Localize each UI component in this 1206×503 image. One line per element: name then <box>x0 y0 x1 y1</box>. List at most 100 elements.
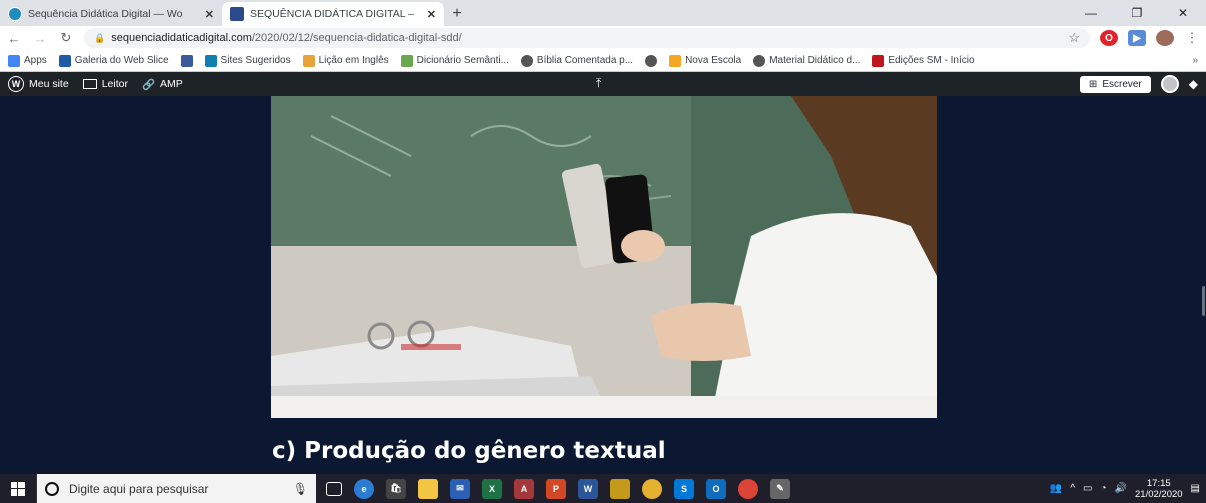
bookmark-licao-ingles[interactable]: Lição em Inglês <box>302 54 389 67</box>
tab-2-title: SEQUÊNCIA DIDÁTICA DIGITAL – <box>250 8 414 20</box>
write-icon: ⊞ <box>1088 78 1098 90</box>
taskbar-apps: e 🛍 ✉ X A P W S O ✎ <box>326 478 790 499</box>
clock[interactable]: 17:15 21/02/2020 <box>1135 478 1183 500</box>
bookmark-globe[interactable] <box>645 54 658 67</box>
bookmark-material-didatico[interactable]: Material Didático d... <box>753 54 860 67</box>
opera-icon[interactable]: O <box>1100 30 1118 46</box>
scroll-to-top-icon[interactable]: ⤒ <box>596 76 601 91</box>
windows-taskbar: Digite aqui para pesquisar 🎙 e 🛍 ✉ X A P… <box>0 474 1206 503</box>
wifi-icon[interactable]: ◔ <box>1101 483 1107 494</box>
bookmark-biblia[interactable]: Bíblia Comentada p... <box>520 54 633 67</box>
bookmark-dicionario[interactable]: Dicionário Semânti... <box>400 54 509 67</box>
wordpress-icon <box>8 7 22 21</box>
section-heading: c) Produção do gênero textual <box>272 438 666 464</box>
powerpoint-icon[interactable]: P <box>546 478 566 499</box>
post-content: c) Produção do gênero textual <box>0 96 1206 474</box>
tab-1-close-icon[interactable]: ✕ <box>205 8 214 21</box>
browser-toolbar: ← → ↻ 🔒 sequenciadidaticadigital.com/202… <box>0 26 1206 50</box>
window-controls: — ❐ ✕ <box>1068 0 1206 26</box>
bookmark-web-slice[interactable]: Galeria do Web Slice <box>58 54 169 67</box>
tray-expand-icon[interactable]: ^ <box>1070 483 1075 494</box>
edge-icon[interactable]: e <box>354 478 374 499</box>
taskbar-search-input[interactable]: Digite aqui para pesquisar 🎙 <box>36 474 316 503</box>
battery-icon[interactable]: ▭ <box>1083 483 1092 494</box>
bookmark-apps[interactable]: Apps <box>8 54 47 67</box>
paint-icon[interactable]: ✎ <box>770 478 790 499</box>
globe-icon <box>753 54 766 67</box>
photos-icon[interactable] <box>610 478 630 499</box>
wordpress-icon: W <box>8 76 24 92</box>
scrollbar[interactable] <box>1202 286 1205 316</box>
outlook-icon[interactable]: O <box>706 478 726 499</box>
volume-icon[interactable]: 🔊 <box>1115 483 1127 494</box>
amp-link[interactable]: 🔗 AMP <box>142 78 183 91</box>
taskbar-search-placeholder: Digite aqui para pesquisar <box>69 481 209 496</box>
access-icon[interactable]: A <box>514 478 534 499</box>
close-window-button[interactable]: ✕ <box>1160 0 1206 26</box>
bookmarks-bar: Apps Galeria do Web Slice Sites Sugerido… <box>0 50 1206 72</box>
extension-icon[interactable]: ▶ <box>1128 30 1146 46</box>
word-icon[interactable]: W <box>578 478 598 499</box>
url-path: /2020/02/12/sequencia-didatica-digital-s… <box>251 32 462 44</box>
nova-escola-icon <box>669 54 682 67</box>
back-button[interactable]: ← <box>6 31 22 46</box>
mail-icon[interactable]: ✉ <box>450 478 470 499</box>
sm-icon <box>872 54 885 67</box>
bookmark-edicoes-sm[interactable]: Edições SM - Início <box>872 54 975 67</box>
tab-1[interactable]: Sequência Didática Digital — Wo ✕ <box>0 2 223 26</box>
reader-icon <box>82 79 97 89</box>
web-slice-icon <box>58 54 71 67</box>
cortana-icon <box>45 481 59 496</box>
tab-1-title: Sequência Didática Digital — Wo <box>28 8 183 20</box>
notifications-center-icon[interactable]: ▤ <box>1191 483 1200 494</box>
reader-link[interactable]: Leitor <box>82 78 128 90</box>
excel-icon[interactable]: X <box>482 478 502 499</box>
clock-date: 21/02/2020 <box>1135 488 1183 500</box>
bing-icon <box>204 54 217 67</box>
facebook-icon <box>180 54 193 67</box>
tab-2-close-icon[interactable]: ✕ <box>427 8 436 21</box>
people-icon[interactable]: 👥 <box>1050 483 1062 494</box>
profile-avatar-icon[interactable] <box>1156 30 1174 46</box>
write-button[interactable]: ⊞ Escrever <box>1079 75 1151 93</box>
forward-button[interactable]: → <box>32 31 48 46</box>
bookmark-facebook[interactable] <box>180 54 193 67</box>
task-view-icon[interactable] <box>326 481 342 496</box>
bookmark-sites-sugeridos[interactable]: Sites Sugeridos <box>204 54 291 67</box>
url-host: sequenciadidaticadigital.com <box>111 32 252 44</box>
link-icon: 🔗 <box>141 78 156 91</box>
bookmark-star-icon[interactable]: ☆ <box>1068 30 1080 46</box>
system-tray: 👥 ^ ▭ ◔ 🔊 17:15 21/02/2020 ▤ <box>1050 478 1206 500</box>
chrome-icon[interactable] <box>642 478 662 499</box>
windows-logo-icon <box>11 481 25 496</box>
menu-kebab-icon[interactable]: ⋮ <box>1184 30 1200 46</box>
dictionary-icon <box>400 54 413 67</box>
chrome-active-icon[interactable] <box>738 478 758 499</box>
tab-2[interactable]: SEQUÊNCIA DIDÁTICA DIGITAL – ✕ <box>222 2 444 26</box>
my-site-link[interactable]: W Meu site <box>8 76 69 92</box>
apps-grid-icon <box>8 54 20 67</box>
skype-icon[interactable]: S <box>674 478 694 499</box>
microphone-icon[interactable]: 🎙 <box>293 482 308 496</box>
address-bar[interactable]: 🔒 sequenciadidaticadigital.com/2020/02/1… <box>84 28 1090 48</box>
wp-admin-bar: W Meu site Leitor 🔗 AMP ⤒ ⊞ Escrever ◆ <box>0 72 1206 96</box>
post-image <box>271 96 937 418</box>
notifications-icon[interactable]: ◆ <box>1189 77 1198 91</box>
file-explorer-icon[interactable] <box>418 478 438 499</box>
reload-button[interactable]: ↻ <box>58 30 74 46</box>
bookmarks-more-button[interactable]: » <box>1192 55 1198 66</box>
store-icon[interactable]: 🛍 <box>386 478 406 499</box>
globe-icon <box>520 54 533 67</box>
clock-time: 17:15 <box>1146 477 1171 489</box>
globe-icon <box>645 54 658 67</box>
browser-tabstrip: Sequência Didática Digital — Wo ✕ SEQUÊN… <box>0 0 1206 26</box>
lesson-icon <box>302 54 315 67</box>
lock-icon[interactable]: 🔒 <box>94 33 105 44</box>
new-tab-button[interactable]: + <box>444 2 470 26</box>
minimize-button[interactable]: — <box>1068 0 1114 26</box>
windows-start-button[interactable] <box>0 474 36 503</box>
classroom-photo <box>271 96 937 418</box>
avatar[interactable] <box>1160 75 1179 93</box>
bookmark-nova-escola[interactable]: Nova Escola <box>669 54 741 67</box>
restore-button[interactable]: ❐ <box>1114 0 1160 26</box>
